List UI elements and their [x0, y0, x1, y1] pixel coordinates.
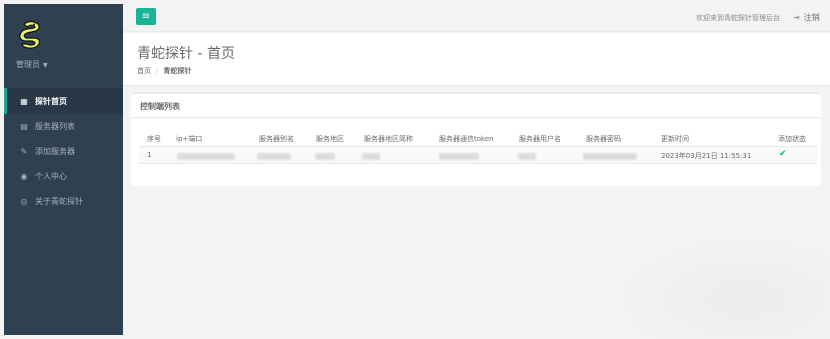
column-header: 更新时间 [661, 135, 689, 143]
sidebar-nav: ▦ 探针首页 ▤ 服务器列表 ✎ 添加服务器 ◉ 个人中心 ◎ 关于青蛇探针 [4, 88, 123, 214]
redacted-username [518, 153, 536, 160]
caret-down-icon: ▼ [43, 62, 48, 69]
app-root: 管理员 ▼ ▦ 探针首页 ▤ 服务器列表 ✎ 添加服务器 ◉ 个人中心 ◎ 关于青 [0, 0, 830, 339]
redacted-token [439, 153, 479, 160]
column-header: 服务器地区简称 [364, 135, 413, 143]
page-heading: 青蛇探针 - 首页 首页 / 青蛇探针 [123, 33, 830, 86]
breadcrumb-current: 青蛇探针 [163, 67, 192, 75]
user-circle-icon: ◉ [20, 172, 28, 181]
edit-icon: ✎ [20, 147, 28, 156]
redacted-password [583, 153, 637, 160]
logout-label: 注销 [803, 13, 820, 22]
table-row: 1 2023年03月21日 11:55:31 ✔ [139, 147, 817, 164]
table-header-row: 序号 ip+端口 服务器别名 服务地区 服务器地区简称 服务器通信token 服… [139, 130, 817, 147]
column-header: 服务器密码 [586, 135, 621, 143]
controller-table: 序号 ip+端口 服务器别名 服务地区 服务器地区简称 服务器通信token 服… [139, 130, 817, 164]
sidebar-item-profile[interactable]: ◉ 个人中心 [4, 164, 123, 189]
user-menu[interactable]: 管理员 ▼ [16, 59, 48, 70]
sidebar-item-label: 添加服务器 [35, 147, 75, 156]
page-title: 青蛇探针 - 首页 [137, 46, 235, 62]
sign-out-icon: ⇥ [793, 13, 800, 22]
user-name: 管理员 [16, 60, 40, 69]
column-header: 序号 [147, 135, 161, 143]
column-header: 添加状态 [778, 135, 806, 143]
row-index: 1 [147, 151, 152, 159]
hamburger-icon: ≡ [141, 11, 151, 22]
profile-area: 管理员 ▼ [4, 4, 123, 84]
sidebar: 管理员 ▼ ▦ 探针首页 ▤ 服务器列表 ✎ 添加服务器 ◉ 个人中心 ◎ 关于青 [4, 4, 123, 335]
eye-icon: ◎ [20, 197, 28, 206]
check-icon: ✔ [779, 149, 787, 159]
redacted-ip [177, 153, 235, 160]
sidebar-item-label: 关于青蛇探针 [35, 197, 83, 206]
redacted-region-short [362, 153, 380, 160]
column-header: 服务器用户名 [519, 135, 561, 143]
sidebar-item-label: 服务器列表 [35, 122, 75, 131]
controller-list-panel: 控制端列表 序号 ip+端口 服务器别名 服务地区 服务器地区简称 服务器通信t… [131, 92, 821, 186]
top-navbar: ≡ 欢迎来到青蛇探针管理后台 ⇥ 注销 [123, 4, 830, 32]
snake-logo-icon [19, 20, 41, 49]
column-header: 服务地区 [316, 135, 344, 143]
breadcrumb-home-link[interactable]: 首页 [137, 67, 151, 75]
list-icon: ▤ [20, 122, 28, 131]
redacted-alias [257, 153, 291, 160]
sidebar-item-label: 探针首页 [35, 96, 67, 106]
redacted-region [315, 153, 335, 160]
row-updated-time: 2023年03月21日 11:55:31 [661, 152, 752, 160]
sidebar-item-about[interactable]: ◎ 关于青蛇探针 [4, 189, 123, 214]
sidebar-item-home[interactable]: ▦ 探针首页 [4, 88, 123, 114]
panel-title: 控制端列表 [131, 94, 821, 118]
grid-icon: ▦ [20, 96, 28, 106]
logout-link[interactable]: ⇥ 注销 [793, 12, 820, 23]
menu-toggle-button[interactable]: ≡ [136, 8, 156, 25]
sidebar-item-add-server[interactable]: ✎ 添加服务器 [4, 139, 123, 164]
sidebar-item-server-list[interactable]: ▤ 服务器列表 [4, 114, 123, 139]
breadcrumb-separator: / [156, 67, 159, 75]
sidebar-item-label: 个人中心 [35, 172, 67, 181]
breadcrumb: 首页 / 青蛇探针 [137, 66, 191, 76]
column-header: 服务器别名 [259, 135, 294, 143]
background-smudge [620, 240, 830, 339]
welcome-text: 欢迎来到青蛇探针管理后台 [696, 14, 780, 22]
column-header: ip+端口 [176, 135, 203, 143]
column-header: 服务器通信token [439, 135, 494, 143]
